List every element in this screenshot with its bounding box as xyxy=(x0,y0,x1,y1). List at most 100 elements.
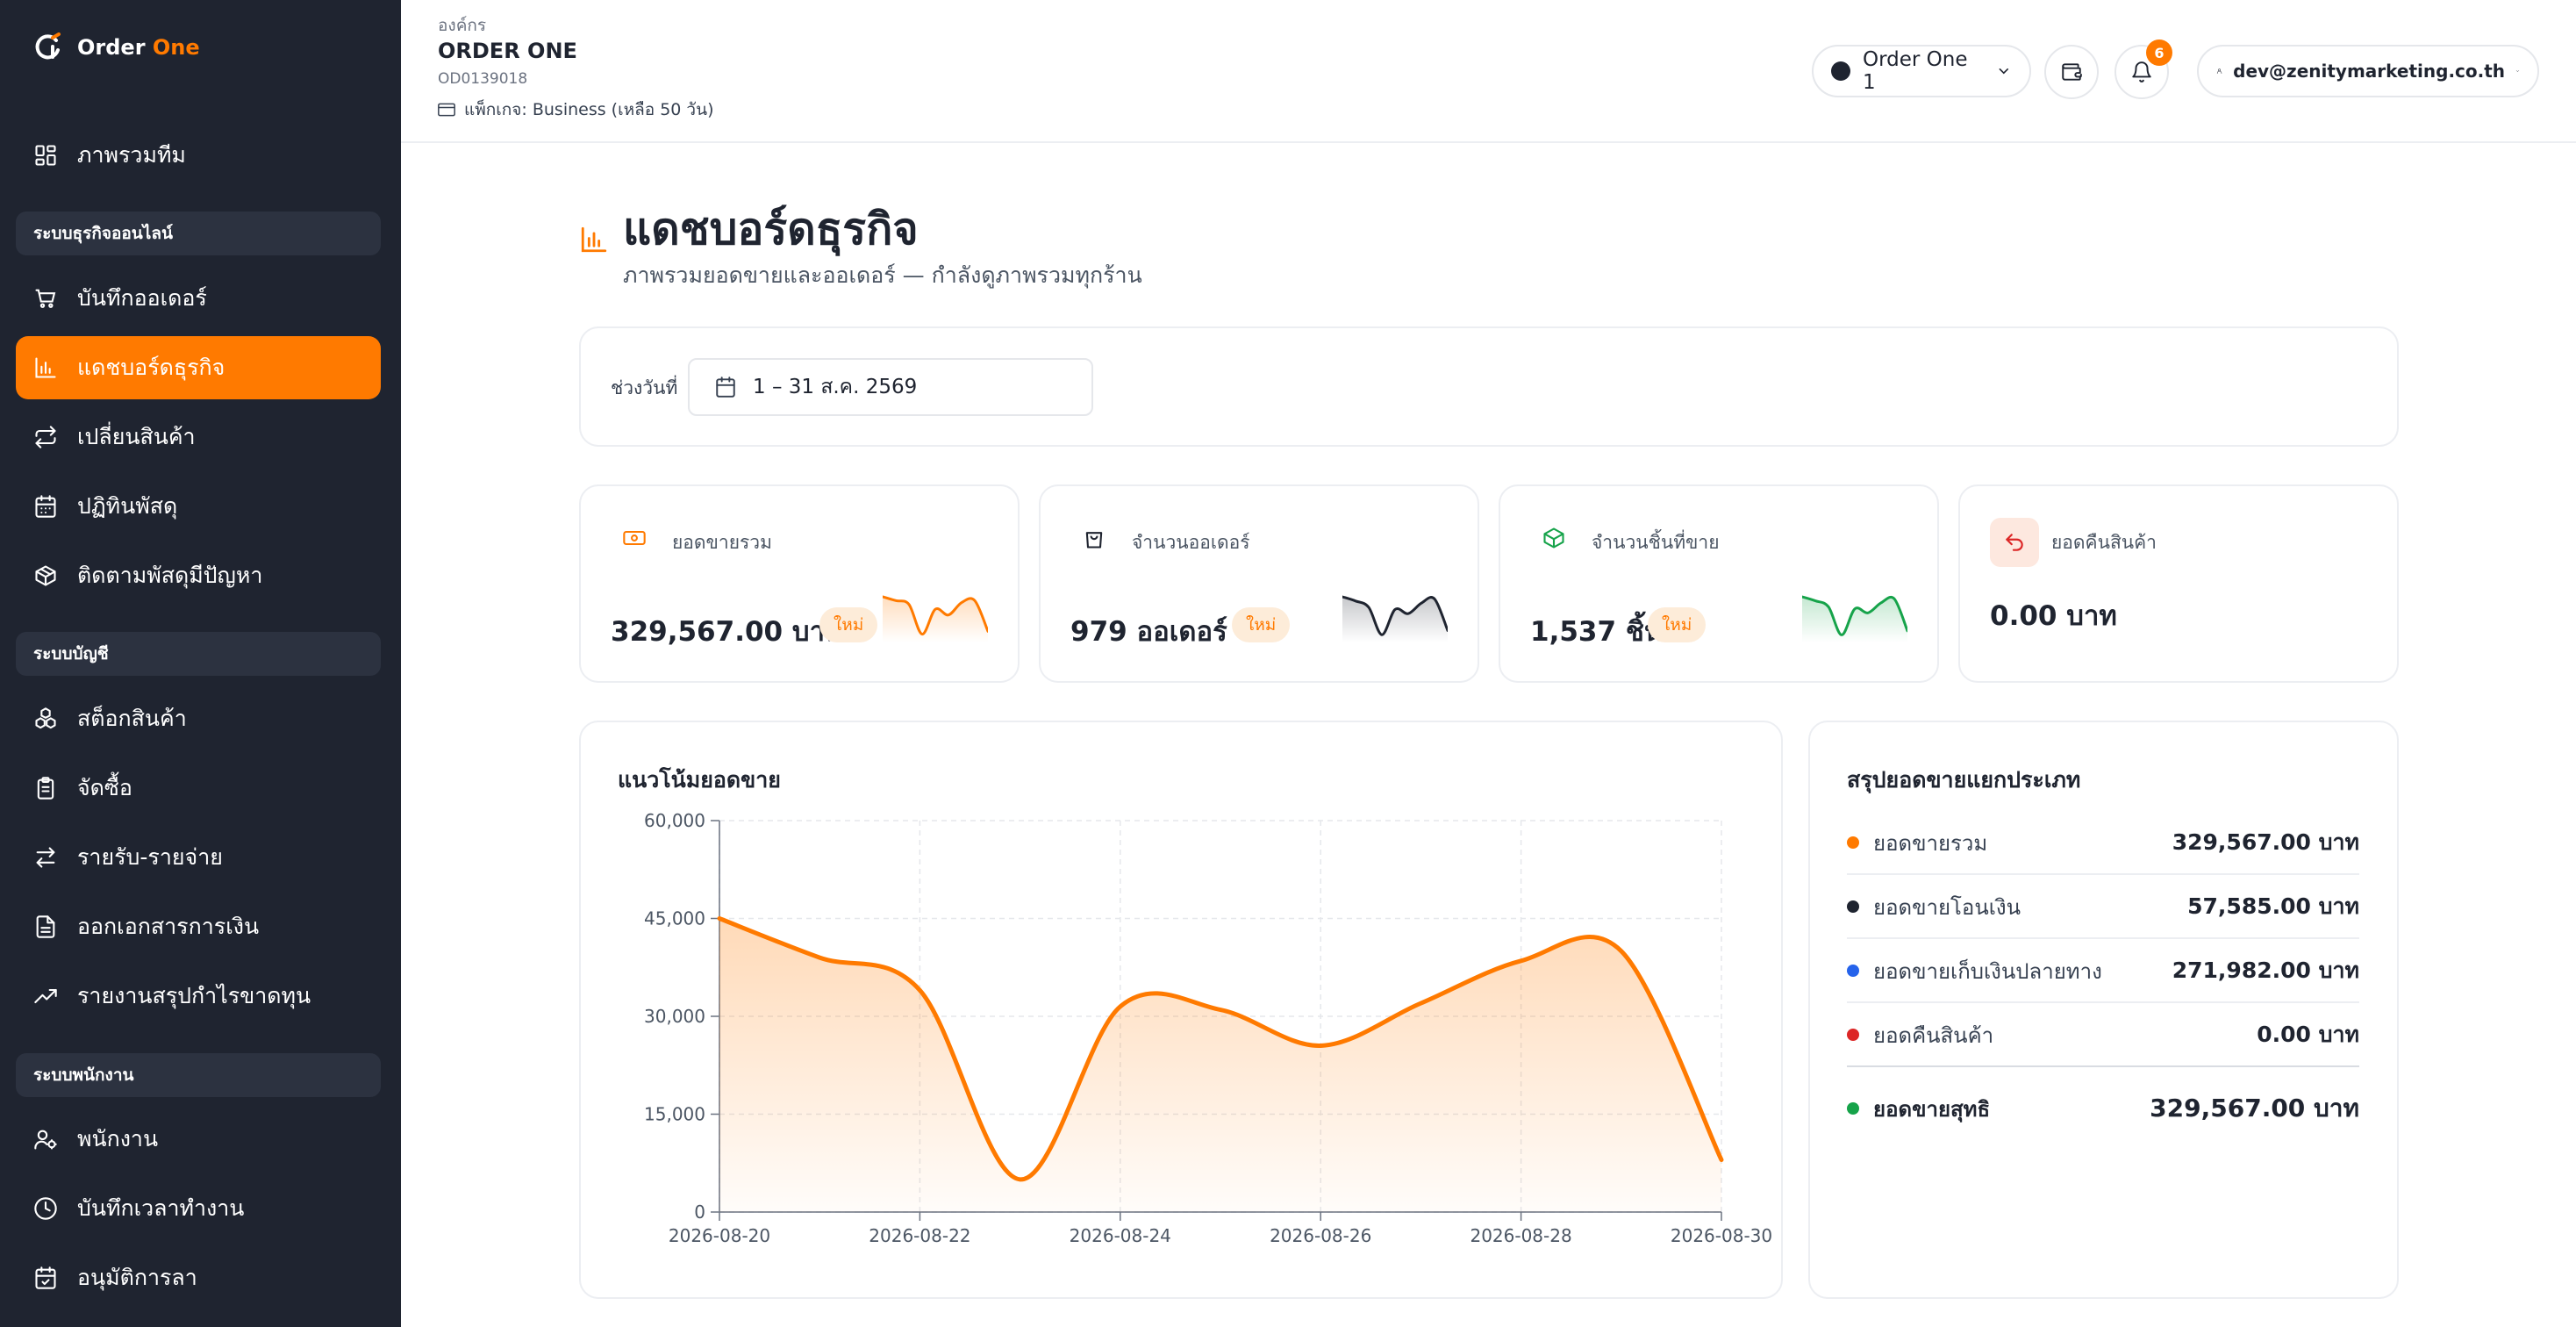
summary-row: ยอดขายรวม 329,567.00 บาท xyxy=(1847,812,2359,875)
x-tick-label: 2026-08-26 xyxy=(1270,1225,1371,1246)
package-alert-icon xyxy=(35,565,56,586)
sidebar-section-online-business: ระบบธุรกิจออนไลน์ xyxy=(16,212,381,255)
exchange-icon xyxy=(35,426,56,448)
calendar-check-icon xyxy=(35,1266,56,1289)
sidebar-item-label: ออกเอกสารการเงิน xyxy=(77,914,260,939)
stat-label: ยอดคืนสินค้า xyxy=(2051,532,2157,553)
new-badge: ใหม่ xyxy=(1232,607,1291,642)
stat-value: 0.00 บาท xyxy=(1990,600,2117,632)
sidebar-item-problem-parcels[interactable]: ติดตามพัสดุมีปัญหา xyxy=(16,544,381,607)
sidebar-item-label: แดชบอร์ดธุรกิจ xyxy=(77,355,225,380)
sidebar-item-time-tracking[interactable]: บันทึกเวลาทำงาน xyxy=(16,1177,381,1240)
store-avatar xyxy=(1831,61,1850,81)
bell-icon xyxy=(2132,61,2151,82)
user-icon xyxy=(2216,68,2222,74)
brand-logo[interactable]: Order One xyxy=(33,30,200,65)
sidebar-item-income-expense[interactable]: รายรับ-รายจ่าย xyxy=(16,826,381,889)
bar-chart-icon xyxy=(581,226,607,253)
sparkline-area xyxy=(1802,597,1907,642)
summary-total-row: ยอดขายสุทธิ 329,567.00 บาท xyxy=(1847,1077,2359,1140)
sales-summary-card: สรุปยอดขายแยกประเภท ยอดขายรวม 329,567.00… xyxy=(1808,721,2399,1299)
stat-label: ยอดขายรวม xyxy=(672,532,772,553)
y-tick-label: 45,000 xyxy=(644,908,705,929)
top-header: องค์กร ORDER ONE OD0139018 แพ็กเกจ: Busi… xyxy=(401,0,2576,143)
sales-trend-chart: 0 15,000 30,000 45,000 60,000 2026-08-20 2026-… xyxy=(644,810,1772,1246)
sidebar-item-financial-documents[interactable]: ออกเอกสารการเงิน xyxy=(16,895,381,958)
wallet-icon xyxy=(2062,63,2082,81)
summary-label: ยอดขายโอนเงิน xyxy=(1873,894,2021,920)
cart-icon xyxy=(35,289,56,308)
sidebar-item-label: รายงานสรุปกำไรขาดทุน xyxy=(77,983,311,1008)
sidebar-item-order-entry[interactable]: บันทึกออเดอร์ xyxy=(16,267,381,330)
x-tick-label: 2026-08-30 xyxy=(1671,1225,1772,1246)
summary-value: 271,982.00 บาท xyxy=(2172,958,2359,983)
y-tick-label: 0 xyxy=(694,1201,705,1223)
credit-card-icon xyxy=(438,103,455,117)
users-icon xyxy=(34,1130,57,1150)
y-tick-label: 60,000 xyxy=(644,810,705,831)
sidebar-item-parcel-calendar[interactable]: ปฏิทินพัสดุ xyxy=(16,475,381,538)
clipboard-icon xyxy=(37,777,54,800)
new-badge: ใหม่ xyxy=(819,607,878,642)
date-filter-card: ช่วงวันที่ 1 – 31 ส.ค. 2569 xyxy=(579,326,2399,447)
legend-dot xyxy=(1847,965,1859,977)
summary-total-value: 329,567.00 บาท xyxy=(2150,1094,2359,1123)
y-tick-label: 30,000 xyxy=(644,1006,705,1027)
date-range-value: 1 – 31 ส.ค. 2569 xyxy=(753,376,918,398)
new-badge: ใหม่ xyxy=(1648,607,1707,642)
x-tick-label: 2026-08-22 xyxy=(869,1225,970,1246)
boxes-icon xyxy=(35,707,56,729)
chevron-down-icon xyxy=(2516,70,2519,72)
legend-dot xyxy=(1847,900,1859,913)
document-icon xyxy=(36,915,55,938)
return-icon xyxy=(1990,518,2039,567)
brand-accent: One xyxy=(152,35,200,60)
notification-count-badge: 6 xyxy=(2146,39,2172,66)
data-point xyxy=(1420,1003,1421,1004)
data-point xyxy=(719,918,720,919)
summary-title: สรุปยอดขายแยกประเภท xyxy=(1847,767,2081,793)
sidebar-item-team-overview[interactable]: ภาพรวมทีม xyxy=(16,124,381,187)
bar-chart-icon xyxy=(35,357,56,378)
stat-value: 329,567.00 บาท xyxy=(611,616,843,648)
sidebar-item-profit-loss-report[interactable]: รายงานสรุปกำไรขาดทุน xyxy=(16,965,381,1028)
cube-icon xyxy=(1541,525,1567,551)
sparkline xyxy=(883,595,988,642)
x-tick-label: 2026-08-28 xyxy=(1470,1225,1571,1246)
sparkline xyxy=(1802,595,1907,642)
clock-icon xyxy=(34,1197,57,1220)
legend-dot xyxy=(1847,1029,1859,1041)
wallet-button[interactable] xyxy=(2044,45,2099,99)
date-range-picker[interactable]: 1 – 31 ส.ค. 2569 xyxy=(688,358,1093,416)
data-point xyxy=(1320,1045,1321,1046)
package-label: แพ็กเกจ: Business (เหลือ 50 วัน) xyxy=(464,100,714,119)
trend-up-icon xyxy=(34,988,57,1004)
sidebar-item-employees[interactable]: พนักงาน xyxy=(16,1108,381,1171)
summary-value: 329,567.00 บาท xyxy=(2172,829,2359,855)
sidebar-item-purchasing[interactable]: จัดซื้อ xyxy=(16,757,381,820)
notifications-button[interactable]: 6 xyxy=(2114,39,2172,99)
x-tick-label: 2026-08-24 xyxy=(1070,1225,1171,1246)
data-point xyxy=(1220,1009,1221,1010)
sidebar-item-stock[interactable]: สต็อกสินค้า xyxy=(16,687,381,750)
sidebar-section-accounting: ระบบบัญชี xyxy=(16,632,381,676)
sidebar-item-product-exchange[interactable]: เปลี่ยนสินค้า xyxy=(16,405,381,469)
sidebar-item-leave-approval[interactable]: อนุมัติการลา xyxy=(16,1246,381,1309)
summary-row: ยอดคืนสินค้า 0.00 บาท xyxy=(1847,1004,2359,1067)
sidebar-item-label: ติดตามพัสดุมีปัญหา xyxy=(77,563,263,588)
sidebar-item-label: ปฏิทินพัสดุ xyxy=(77,493,178,519)
sidebar-item-label: บันทึกเวลาทำงาน xyxy=(77,1195,245,1221)
summary-label: ยอดขายรวม xyxy=(1873,830,1988,856)
brand-name: Order xyxy=(77,35,146,60)
sidebar-item-business-dashboard[interactable]: แดชบอร์ดธุรกิจ xyxy=(16,336,381,399)
sidebar-item-label: ภาพรวมทีม xyxy=(77,142,186,168)
summary-value: 57,585.00 บาท xyxy=(2187,893,2359,919)
sales-trend-card: แนวโน้มยอดขาย 0 15,000 30,000 45,000 60,000 2… xyxy=(579,721,1783,1299)
user-menu[interactable]: dev@zenitymarketing.co.th xyxy=(2197,45,2539,97)
store-selector[interactable]: Order One 1 xyxy=(1812,45,2031,97)
summary-label: ยอดคืนสินค้า xyxy=(1873,1022,1994,1048)
stat-card-items-sold: จำนวนชิ้นที่ขาย 1,537 ชิ้น ใหม่ xyxy=(1499,484,1939,683)
sidebar-item-label: จัดซื้อ xyxy=(77,775,132,800)
grid-icon xyxy=(35,145,56,166)
stat-card-total-sales: ยอดขายรวม 329,567.00 บาท ใหม่ xyxy=(579,484,1020,683)
